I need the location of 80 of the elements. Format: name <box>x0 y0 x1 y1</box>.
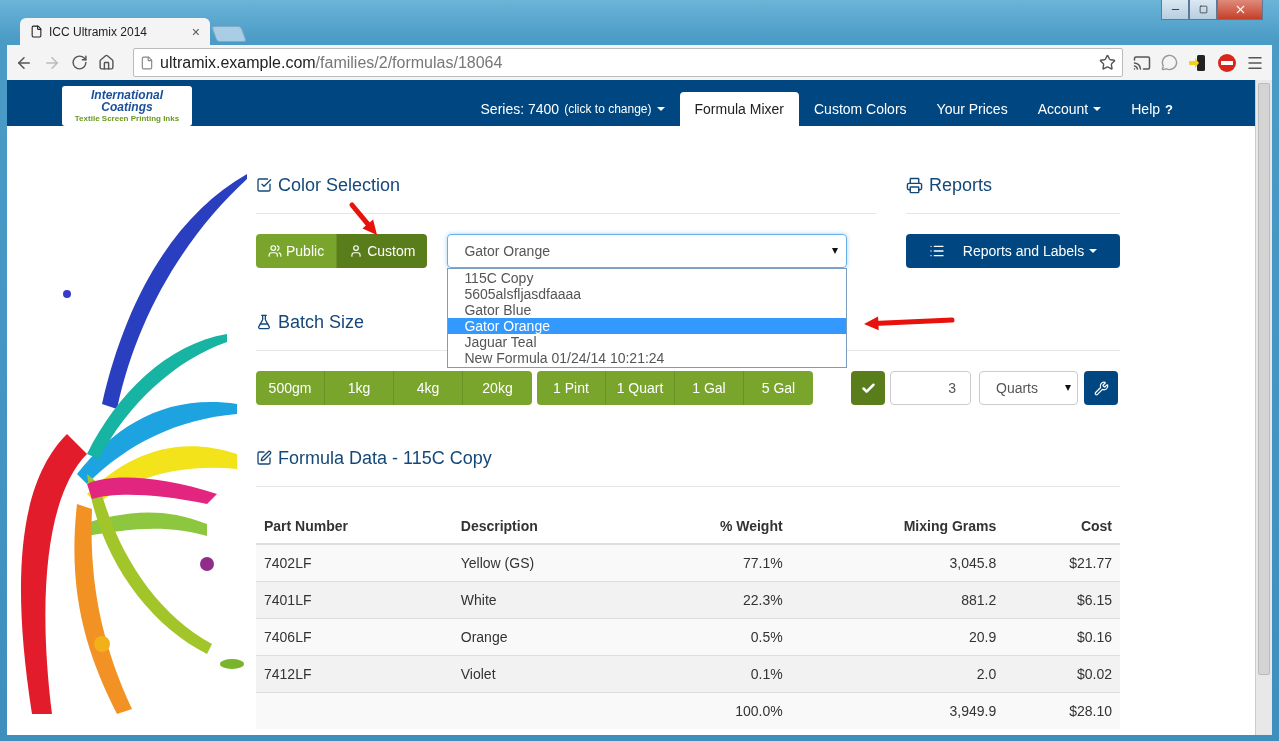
table-cell: 77.1% <box>635 544 791 582</box>
table-cell: 20.9 <box>790 618 1005 656</box>
unit-select[interactable]: Quarts <box>979 371 1078 405</box>
url-path: /families/2/formulas/18064 <box>315 53 503 72</box>
table-cell: 7401LF <box>256 581 453 619</box>
table-cell: Yellow (GS) <box>452 544 636 582</box>
table-cell: White <box>452 581 636 619</box>
reports-button[interactable]: Reports and Labels <box>906 234 1120 268</box>
close-icon[interactable]: × <box>191 23 200 40</box>
table-cell: $21.77 <box>1004 544 1120 582</box>
table-cell: 7412LF <box>256 655 453 693</box>
table-cell: 0.1% <box>635 655 791 693</box>
table-cell: $6.15 <box>1004 581 1120 619</box>
scrollbar-thumb[interactable] <box>1258 83 1270 675</box>
table-cell: Violet <box>452 655 636 693</box>
nav-item[interactable]: Help ? <box>1116 92 1188 126</box>
nav-item[interactable]: Account <box>1022 92 1117 126</box>
caret-icon <box>1093 107 1102 111</box>
source-toggle[interactable]: Custom <box>337 234 428 268</box>
quantity-field[interactable]: 3 <box>890 371 971 405</box>
section-heading: Formula Data - 115C Copy <box>256 446 1120 470</box>
reload-icon[interactable] <box>71 54 88 71</box>
page-icon <box>140 55 154 70</box>
total-cell: 3,949.9 <box>790 692 1005 729</box>
series-menu[interactable]: Series: 7400 (click to change) <box>465 92 680 126</box>
printer-icon <box>906 176 923 194</box>
page-icon <box>30 25 43 38</box>
table-cell: 0.5% <box>635 618 791 656</box>
nav-item[interactable]: Custom Colors <box>799 92 922 126</box>
logo[interactable]: International Coatings Textile Screen Printing Inks <box>62 86 192 126</box>
wrench-icon <box>1093 380 1109 396</box>
dropdown-option[interactable]: 5605alsfljasdfaaaa <box>448 286 847 302</box>
star-icon[interactable] <box>1099 54 1116 71</box>
logo-tagline: Textile Screen Printing Inks <box>74 115 180 123</box>
user-icon <box>349 244 364 258</box>
flask-icon <box>256 314 272 330</box>
users-icon <box>268 244 282 258</box>
dropdown-option[interactable]: Jaguar Teal <box>448 334 847 350</box>
cast-icon[interactable] <box>1133 53 1151 72</box>
checkbox-icon <box>256 177 272 193</box>
address-bar[interactable]: ultramix.example.com/families/2/formulas/18064 <box>133 48 1123 77</box>
logo-text: International <box>91 89 163 101</box>
browser-tab[interactable]: ICC Ultramix 2014 × <box>20 18 210 45</box>
dropdown-option[interactable]: New Formula 01/24/14 10:21:24 <box>448 350 847 366</box>
table-cell: 7402LF <box>256 544 453 582</box>
logo-text: Coatings <box>101 101 153 113</box>
table-cell: 7406LF <box>256 618 453 656</box>
table-cell: 22.3% <box>635 581 791 619</box>
maximize-button[interactable] <box>1189 0 1217 20</box>
edit-icon <box>256 450 272 466</box>
table-cell: 881.2 <box>790 581 1005 619</box>
home-icon[interactable] <box>98 54 115 71</box>
chat-icon[interactable] <box>1161 54 1178 71</box>
nav-item[interactable]: Formula Mixer <box>679 92 799 126</box>
caret-icon <box>1065 385 1071 391</box>
dropdown-option[interactable]: 115C Copy <box>448 270 847 286</box>
table-cell: 2.0 <box>790 655 1005 693</box>
minimize-button[interactable] <box>1161 0 1189 20</box>
apply-button[interactable] <box>851 371 885 405</box>
check-icon <box>860 380 876 396</box>
caret-icon <box>656 107 665 111</box>
table-cell: Orange <box>452 618 636 656</box>
table-cell: $0.16 <box>1004 618 1120 656</box>
section-heading: Reports <box>906 173 1120 197</box>
total-cell: $28.10 <box>1004 692 1120 729</box>
url-host: ultramix.example.com <box>160 53 316 72</box>
nav-item[interactable]: Your Prices <box>921 92 1023 126</box>
maximize-icon <box>1198 5 1208 14</box>
tab-title: ICC Ultramix 2014 <box>49 24 149 39</box>
section-heading: Color Selection <box>256 173 876 197</box>
caret-icon <box>832 248 839 254</box>
list-icon <box>928 243 945 259</box>
phone-icon[interactable] <box>1188 52 1208 73</box>
table-cell: 3,045.8 <box>790 544 1005 582</box>
caret-icon <box>1089 249 1098 253</box>
dropdown-option[interactable]: Gator Blue <box>448 302 847 318</box>
total-cell: 100.0% <box>635 692 791 729</box>
adblock-icon[interactable] <box>1218 53 1236 72</box>
table-cell: $0.02 <box>1004 655 1120 693</box>
settings-button[interactable] <box>1084 371 1118 405</box>
